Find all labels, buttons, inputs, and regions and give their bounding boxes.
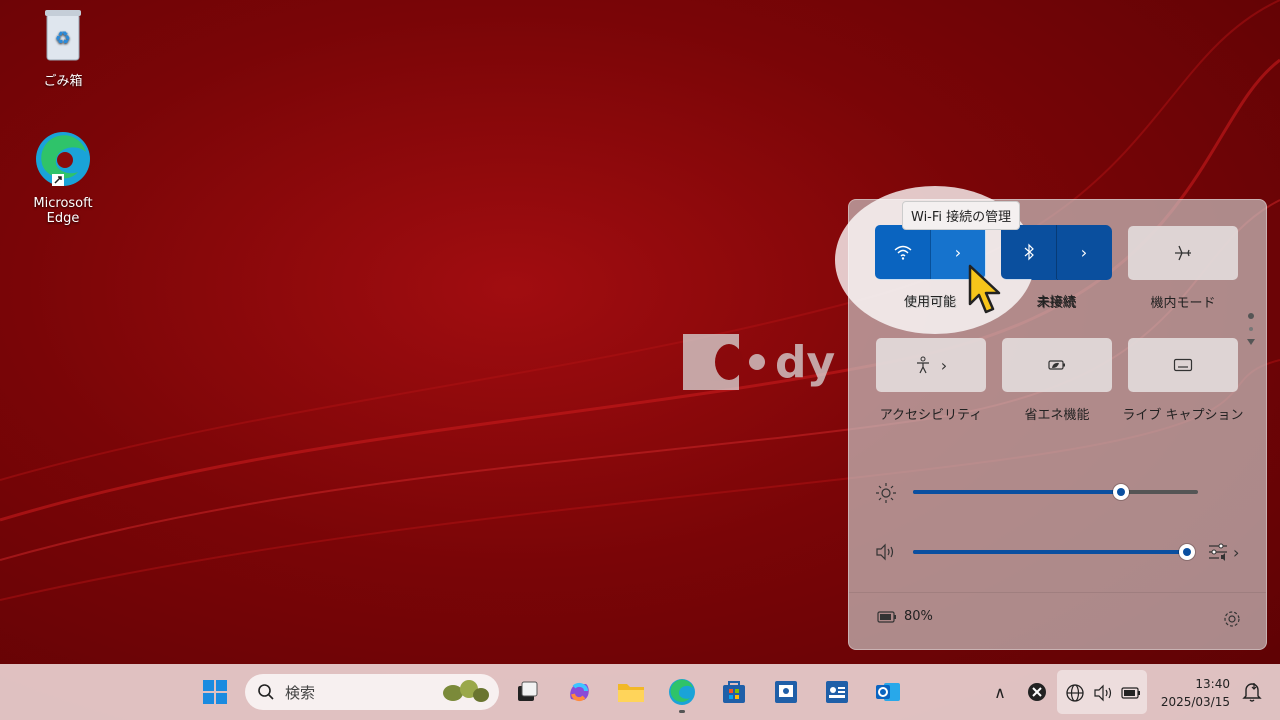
audio-mixer-icon bbox=[1209, 543, 1227, 561]
store-icon bbox=[723, 681, 745, 703]
desktop-icon-label: Microsoft Edge bbox=[33, 196, 93, 226]
battery-icon bbox=[1121, 687, 1140, 699]
edge-icon bbox=[18, 130, 108, 192]
pointer-cursor-icon bbox=[968, 264, 1001, 314]
airplane-mode-label: 機内モード bbox=[1150, 296, 1216, 311]
chevron-right-icon: › bbox=[940, 355, 948, 375]
file-explorer-icon bbox=[618, 684, 644, 702]
energy-saver-icon bbox=[1048, 360, 1065, 370]
audio-output-button[interactable]: › bbox=[1207, 542, 1239, 562]
airplane-icon bbox=[1175, 245, 1191, 261]
accessibility-tile[interactable]: › bbox=[876, 338, 986, 392]
clock-date: 2025/03/15 bbox=[1160, 695, 1230, 709]
brightness-icon bbox=[876, 483, 896, 503]
battery-percent: 80% bbox=[904, 609, 933, 624]
notifications-button[interactable] bbox=[1236, 676, 1268, 708]
energy-saver-label: 省エネ機能 bbox=[1024, 408, 1090, 423]
battery-icon bbox=[877, 610, 896, 623]
windows-start-icon bbox=[203, 680, 227, 704]
task-view-icon bbox=[518, 681, 538, 701]
live-captions-icon bbox=[1173, 358, 1193, 372]
app-icon bbox=[775, 681, 797, 703]
search-placeholder: 検索 bbox=[285, 683, 316, 702]
battery-status[interactable]: 80% bbox=[876, 609, 933, 624]
desktop-icon-edge[interactable]: Microsoft Edge bbox=[18, 130, 108, 226]
search-highlight-image-icon bbox=[443, 680, 489, 702]
accessibility-icon bbox=[916, 356, 929, 374]
speaker-icon bbox=[1094, 684, 1112, 702]
page-indicator[interactable] bbox=[1247, 313, 1255, 345]
svg-text:♻: ♻ bbox=[55, 28, 71, 49]
search-box[interactable]: 検索 bbox=[245, 674, 499, 710]
file-explorer-button[interactable] bbox=[615, 676, 647, 708]
chevron-right-icon: › bbox=[1080, 242, 1088, 262]
bluetooth-manage-button[interactable]: › bbox=[1057, 225, 1111, 279]
airplane-mode-tile[interactable] bbox=[1128, 226, 1238, 280]
volume-slider-thumb[interactable] bbox=[1179, 544, 1195, 560]
chevron-up-icon: ∧ bbox=[994, 682, 1006, 702]
app-button[interactable] bbox=[770, 676, 802, 708]
chevron-right-icon: › bbox=[1233, 542, 1240, 562]
globe-network-icon bbox=[1066, 684, 1084, 702]
copilot-button[interactable] bbox=[563, 676, 595, 708]
close-circle-icon bbox=[1028, 683, 1046, 701]
bluetooth-tile-edge[interactable]: › bbox=[1001, 225, 1111, 279]
edge-icon bbox=[669, 679, 695, 705]
bluetooth-label: 未接続 bbox=[1036, 295, 1076, 310]
system-clock[interactable]: 13:40 2025/03/15 bbox=[1161, 675, 1230, 711]
task-view-button[interactable] bbox=[511, 676, 543, 708]
volume-icon[interactable] bbox=[875, 543, 897, 561]
accessibility-label: アクセシビリティ bbox=[879, 408, 983, 423]
live-captions-tile[interactable] bbox=[1128, 338, 1238, 392]
clock-time: 13:40 bbox=[1195, 677, 1230, 691]
watermark-logo: dy bbox=[683, 334, 835, 390]
volume-slider[interactable] bbox=[913, 550, 1188, 554]
contacts-button[interactable] bbox=[821, 676, 853, 708]
quick-settings-tray-button[interactable] bbox=[1057, 670, 1147, 714]
energy-saver-tile[interactable] bbox=[1002, 338, 1112, 392]
wifi-icon bbox=[894, 245, 912, 260]
show-hidden-icons-button[interactable]: ∧ bbox=[984, 676, 1016, 708]
bell-icon bbox=[1242, 683, 1262, 702]
chevron-right-icon: › bbox=[954, 242, 962, 262]
brightness-slider[interactable] bbox=[913, 490, 1198, 494]
contacts-icon bbox=[826, 681, 848, 703]
chevron-down-icon bbox=[1247, 339, 1255, 345]
outlook-icon bbox=[876, 683, 900, 701]
desktop-icon-recycle-bin[interactable]: ♻ ごみ箱 bbox=[18, 6, 108, 89]
edge-taskbar-button[interactable] bbox=[666, 676, 698, 713]
search-icon bbox=[258, 684, 274, 700]
bluetooth-icon bbox=[1024, 243, 1034, 261]
live-captions-label: ライブ キャプション bbox=[1122, 408, 1244, 423]
store-button[interactable] bbox=[718, 676, 750, 708]
desktop-icon-label: ごみ箱 bbox=[43, 74, 83, 89]
brightness-slider-thumb[interactable] bbox=[1113, 484, 1129, 500]
outlook-button[interactable] bbox=[872, 676, 904, 708]
settings-gear-icon[interactable] bbox=[1222, 609, 1242, 629]
tooltip: Wi-Fi 接続の管理 bbox=[902, 201, 1021, 230]
copilot-icon bbox=[570, 682, 589, 702]
recycle-bin-icon: ♻ bbox=[18, 6, 108, 66]
panel-footer: 80% bbox=[849, 592, 1266, 649]
start-button[interactable] bbox=[199, 676, 231, 708]
tray-app-button[interactable] bbox=[1021, 676, 1053, 708]
